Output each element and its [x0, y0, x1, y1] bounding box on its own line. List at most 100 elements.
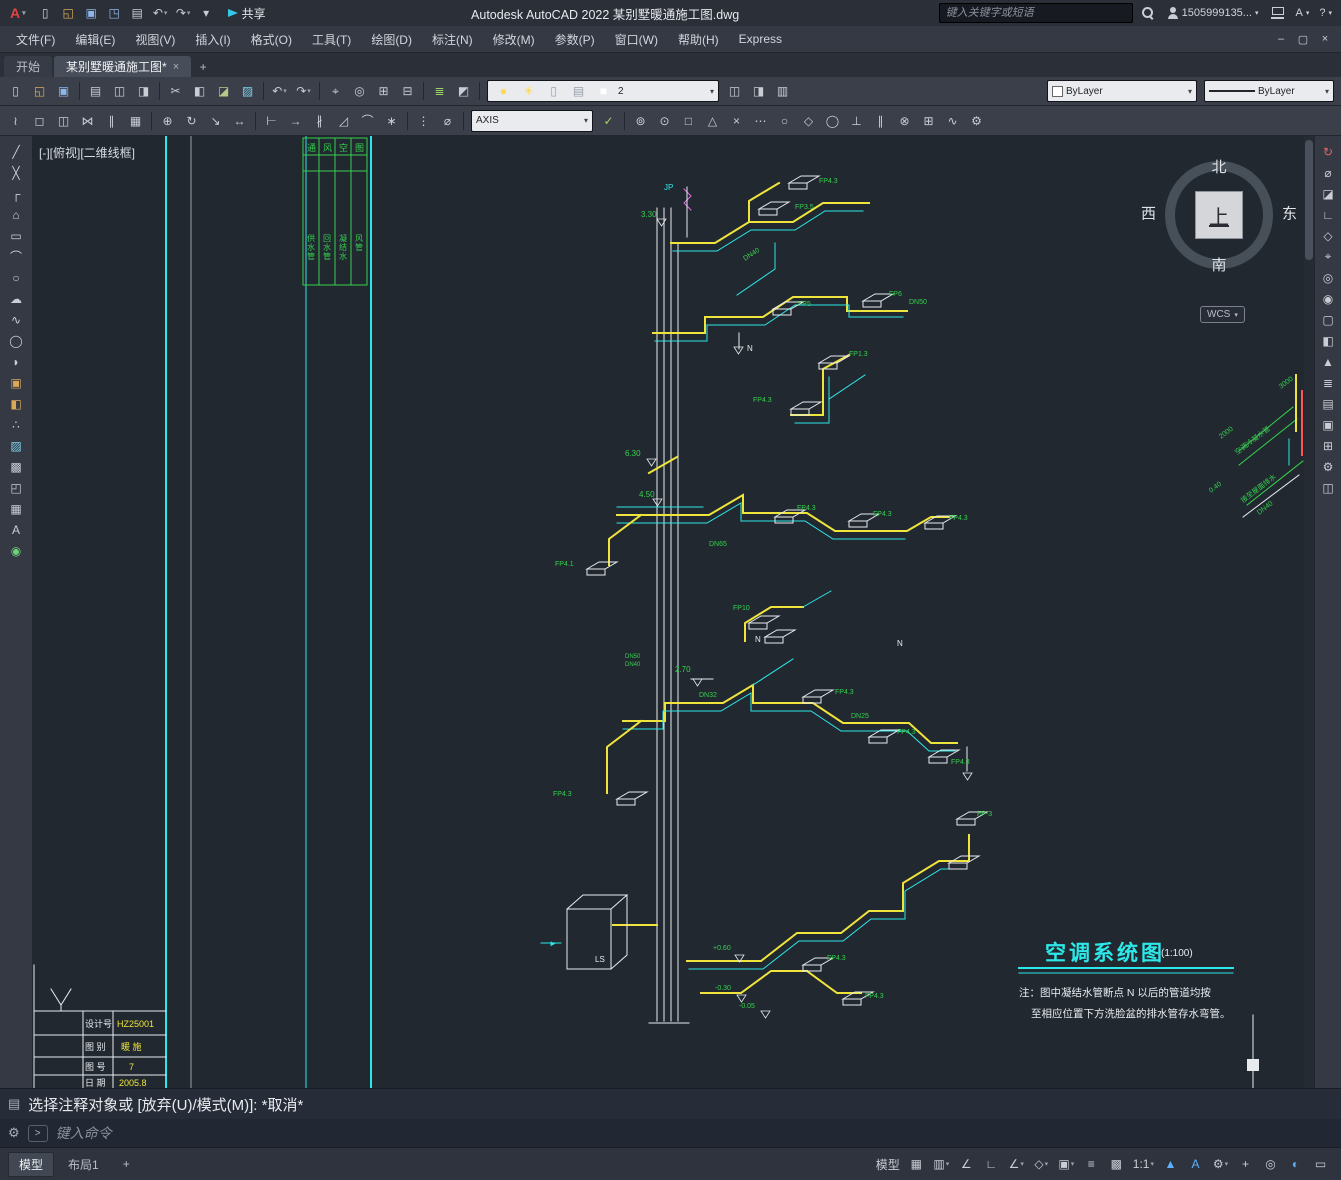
- table-icon[interactable]: ▦: [4, 498, 28, 519]
- snap-perpendicular-icon[interactable]: ⊥: [845, 110, 868, 132]
- snap-tangent-icon[interactable]: ◯: [821, 110, 844, 132]
- spline-icon[interactable]: ∿: [4, 309, 28, 330]
- customize-wrench-icon[interactable]: ⚙: [8, 1125, 20, 1141]
- publish-icon[interactable]: ◨: [132, 80, 155, 102]
- snap-mode-icon[interactable]: ▥ ▾: [929, 1152, 954, 1176]
- menu-express[interactable]: Express: [729, 28, 792, 50]
- snap-parallel-icon[interactable]: ∥: [869, 110, 892, 132]
- qat-save-icon[interactable]: ▣: [80, 2, 103, 24]
- layer-previous-icon[interactable]: ◨: [747, 80, 770, 102]
- workspace-gear-icon[interactable]: ⚙ ▾: [1208, 1152, 1233, 1176]
- polygon-icon[interactable]: ⌂: [4, 204, 28, 225]
- drawing-svg[interactable]: 3.30 JP FP4.3 FP3.5 FP5 FP6 DN40 FP1.3 FP4.3 N 6.3…: [33, 136, 1304, 1088]
- plot-icon[interactable]: ▤: [84, 80, 107, 102]
- draw-order-icon[interactable]: ◧: [1316, 330, 1340, 351]
- explode-icon[interactable]: ∗: [380, 110, 403, 132]
- qat-plot-icon[interactable]: ▤: [126, 2, 149, 24]
- arc-icon[interactable]: ⌒: [4, 246, 28, 267]
- offset-icon[interactable]: ∥: [100, 110, 123, 132]
- qat-redo-icon[interactable]: ↷ ▾: [172, 2, 195, 24]
- command-history-grip-icon[interactable]: ▤: [8, 1096, 20, 1112]
- add-layout-button[interactable]: +: [113, 1154, 140, 1174]
- paste-special-icon[interactable]: ◪: [1316, 183, 1340, 204]
- qat-undo-icon[interactable]: ↶ ▾: [149, 2, 172, 24]
- point-style-icon[interactable]: ◉: [4, 540, 28, 561]
- tab-layout1[interactable]: 布局1: [58, 1153, 109, 1176]
- annotation-monitor-icon[interactable]: +: [1233, 1152, 1258, 1176]
- layer-combo[interactable]: ● ☀ ▯ ▤ ■ 2 ▾: [487, 80, 719, 102]
- rectangle-icon[interactable]: ▭: [4, 225, 28, 246]
- annotation-autoscale-icon[interactable]: A: [1183, 1152, 1208, 1176]
- menu-edit[interactable]: 编辑(E): [65, 28, 125, 50]
- sync-icon[interactable]: ↻: [1316, 141, 1340, 162]
- annotation-scale-label[interactable]: 1:1 ▾: [1129, 1152, 1158, 1176]
- show-motion-icon[interactable]: ▢: [1316, 309, 1340, 330]
- fillet-icon[interactable]: ⌒: [356, 110, 379, 132]
- menu-dimension[interactable]: 标注(N): [422, 28, 483, 50]
- measure-icon[interactable]: ⌀: [436, 110, 459, 132]
- move-icon[interactable]: ⊕: [156, 110, 179, 132]
- rotate-icon[interactable]: ↻: [180, 110, 203, 132]
- annotation-visibility-icon[interactable]: ▲: [1158, 1152, 1183, 1176]
- zoom-realtime-icon[interactable]: ◎: [348, 80, 371, 102]
- undo-icon[interactable]: ↶ ▾: [268, 80, 291, 102]
- insert-block-icon[interactable]: ▣: [4, 372, 28, 393]
- copy-icon[interactable]: ◫: [52, 110, 75, 132]
- ucs-icon[interactable]: ∟: [1316, 204, 1340, 225]
- menu-draw[interactable]: 绘图(D): [361, 28, 422, 50]
- color-combo[interactable]: ByLayer ▾: [1047, 80, 1197, 102]
- extend-icon[interactable]: →: [284, 110, 307, 132]
- break-icon[interactable]: ∦: [308, 110, 331, 132]
- snap-endpoint-icon[interactable]: □: [677, 110, 700, 132]
- snap-quadrant-icon[interactable]: ◇: [797, 110, 820, 132]
- ellipse-arc-icon[interactable]: ◗: [4, 351, 28, 372]
- pan-tool-icon[interactable]: ⌖: [1316, 246, 1340, 267]
- snap-midpoint-icon[interactable]: △: [701, 110, 724, 132]
- match-properties-icon[interactable]: ▨: [236, 80, 259, 102]
- tab-start[interactable]: 开始: [4, 56, 53, 77]
- share-button[interactable]: 共享: [222, 5, 272, 22]
- polar-tracking-icon[interactable]: ∠ ▾: [1004, 1152, 1029, 1176]
- qat-new-icon[interactable]: ▯: [34, 2, 57, 24]
- graphics-performance-icon[interactable]: ◐: [1283, 1152, 1308, 1176]
- app-store-cart-button[interactable]: [1266, 2, 1289, 24]
- selection-cycling-icon[interactable]: ▩: [1104, 1152, 1129, 1176]
- paste-icon[interactable]: ◪: [212, 80, 235, 102]
- point-icon[interactable]: ∴: [4, 414, 28, 435]
- search-input[interactable]: [938, 3, 1133, 23]
- annotate-tool-icon[interactable]: ▲: [1316, 351, 1340, 372]
- zoom-window-icon[interactable]: ⊞: [372, 80, 395, 102]
- command-input-row[interactable]: ⚙ > 键入命令: [0, 1119, 1341, 1147]
- object-snap-icon[interactable]: ▣ ▾: [1054, 1152, 1079, 1176]
- menu-file[interactable]: 文件(F): [6, 28, 65, 50]
- properties-panel-icon[interactable]: ▤: [1316, 393, 1340, 414]
- cut-icon[interactable]: ✂: [164, 80, 187, 102]
- redo-icon[interactable]: ↷ ▾: [292, 80, 315, 102]
- menu-view[interactable]: 视图(V): [125, 28, 185, 50]
- infer-constraints-icon[interactable]: ∠: [954, 1152, 979, 1176]
- snap-settings-icon[interactable]: ⚙: [965, 110, 988, 132]
- circle-icon[interactable]: ○: [4, 267, 28, 288]
- save-icon[interactable]: ▣: [52, 80, 75, 102]
- trim-icon[interactable]: ⊢: [260, 110, 283, 132]
- qat-saveas-icon[interactable]: ◳: [103, 2, 126, 24]
- fullscreen-icon[interactable]: ▭: [1308, 1152, 1333, 1176]
- snap-intersection-icon[interactable]: ×: [725, 110, 748, 132]
- menu-help[interactable]: 帮助(H): [668, 28, 729, 50]
- model-space-toggle[interactable]: 模型: [872, 1152, 904, 1176]
- wcs-badge[interactable]: WCS ▾: [1200, 306, 1245, 323]
- snap-extension-icon[interactable]: ⋯: [749, 110, 772, 132]
- compass-up-face[interactable]: 上: [1195, 191, 1243, 239]
- layer-states-icon[interactable]: ◩: [452, 80, 475, 102]
- pan-icon[interactable]: ⌖: [324, 80, 347, 102]
- chamfer-icon[interactable]: ◿: [332, 110, 355, 132]
- qat-open-icon[interactable]: ◱: [57, 2, 80, 24]
- clipboard-panel-icon[interactable]: ◫: [1316, 477, 1340, 498]
- tab-drawing-active[interactable]: 某别墅暖通施工图* ×: [54, 56, 192, 77]
- command-input-placeholder[interactable]: 键入命令: [56, 1123, 112, 1143]
- snap-node-icon[interactable]: ⊗: [893, 110, 916, 132]
- line-icon[interactable]: ╱: [4, 141, 28, 162]
- snap-tracking-icon[interactable]: ⊚: [629, 110, 652, 132]
- layer-isolate-icon[interactable]: ▥: [771, 80, 794, 102]
- menu-window[interactable]: 窗口(W): [605, 28, 668, 50]
